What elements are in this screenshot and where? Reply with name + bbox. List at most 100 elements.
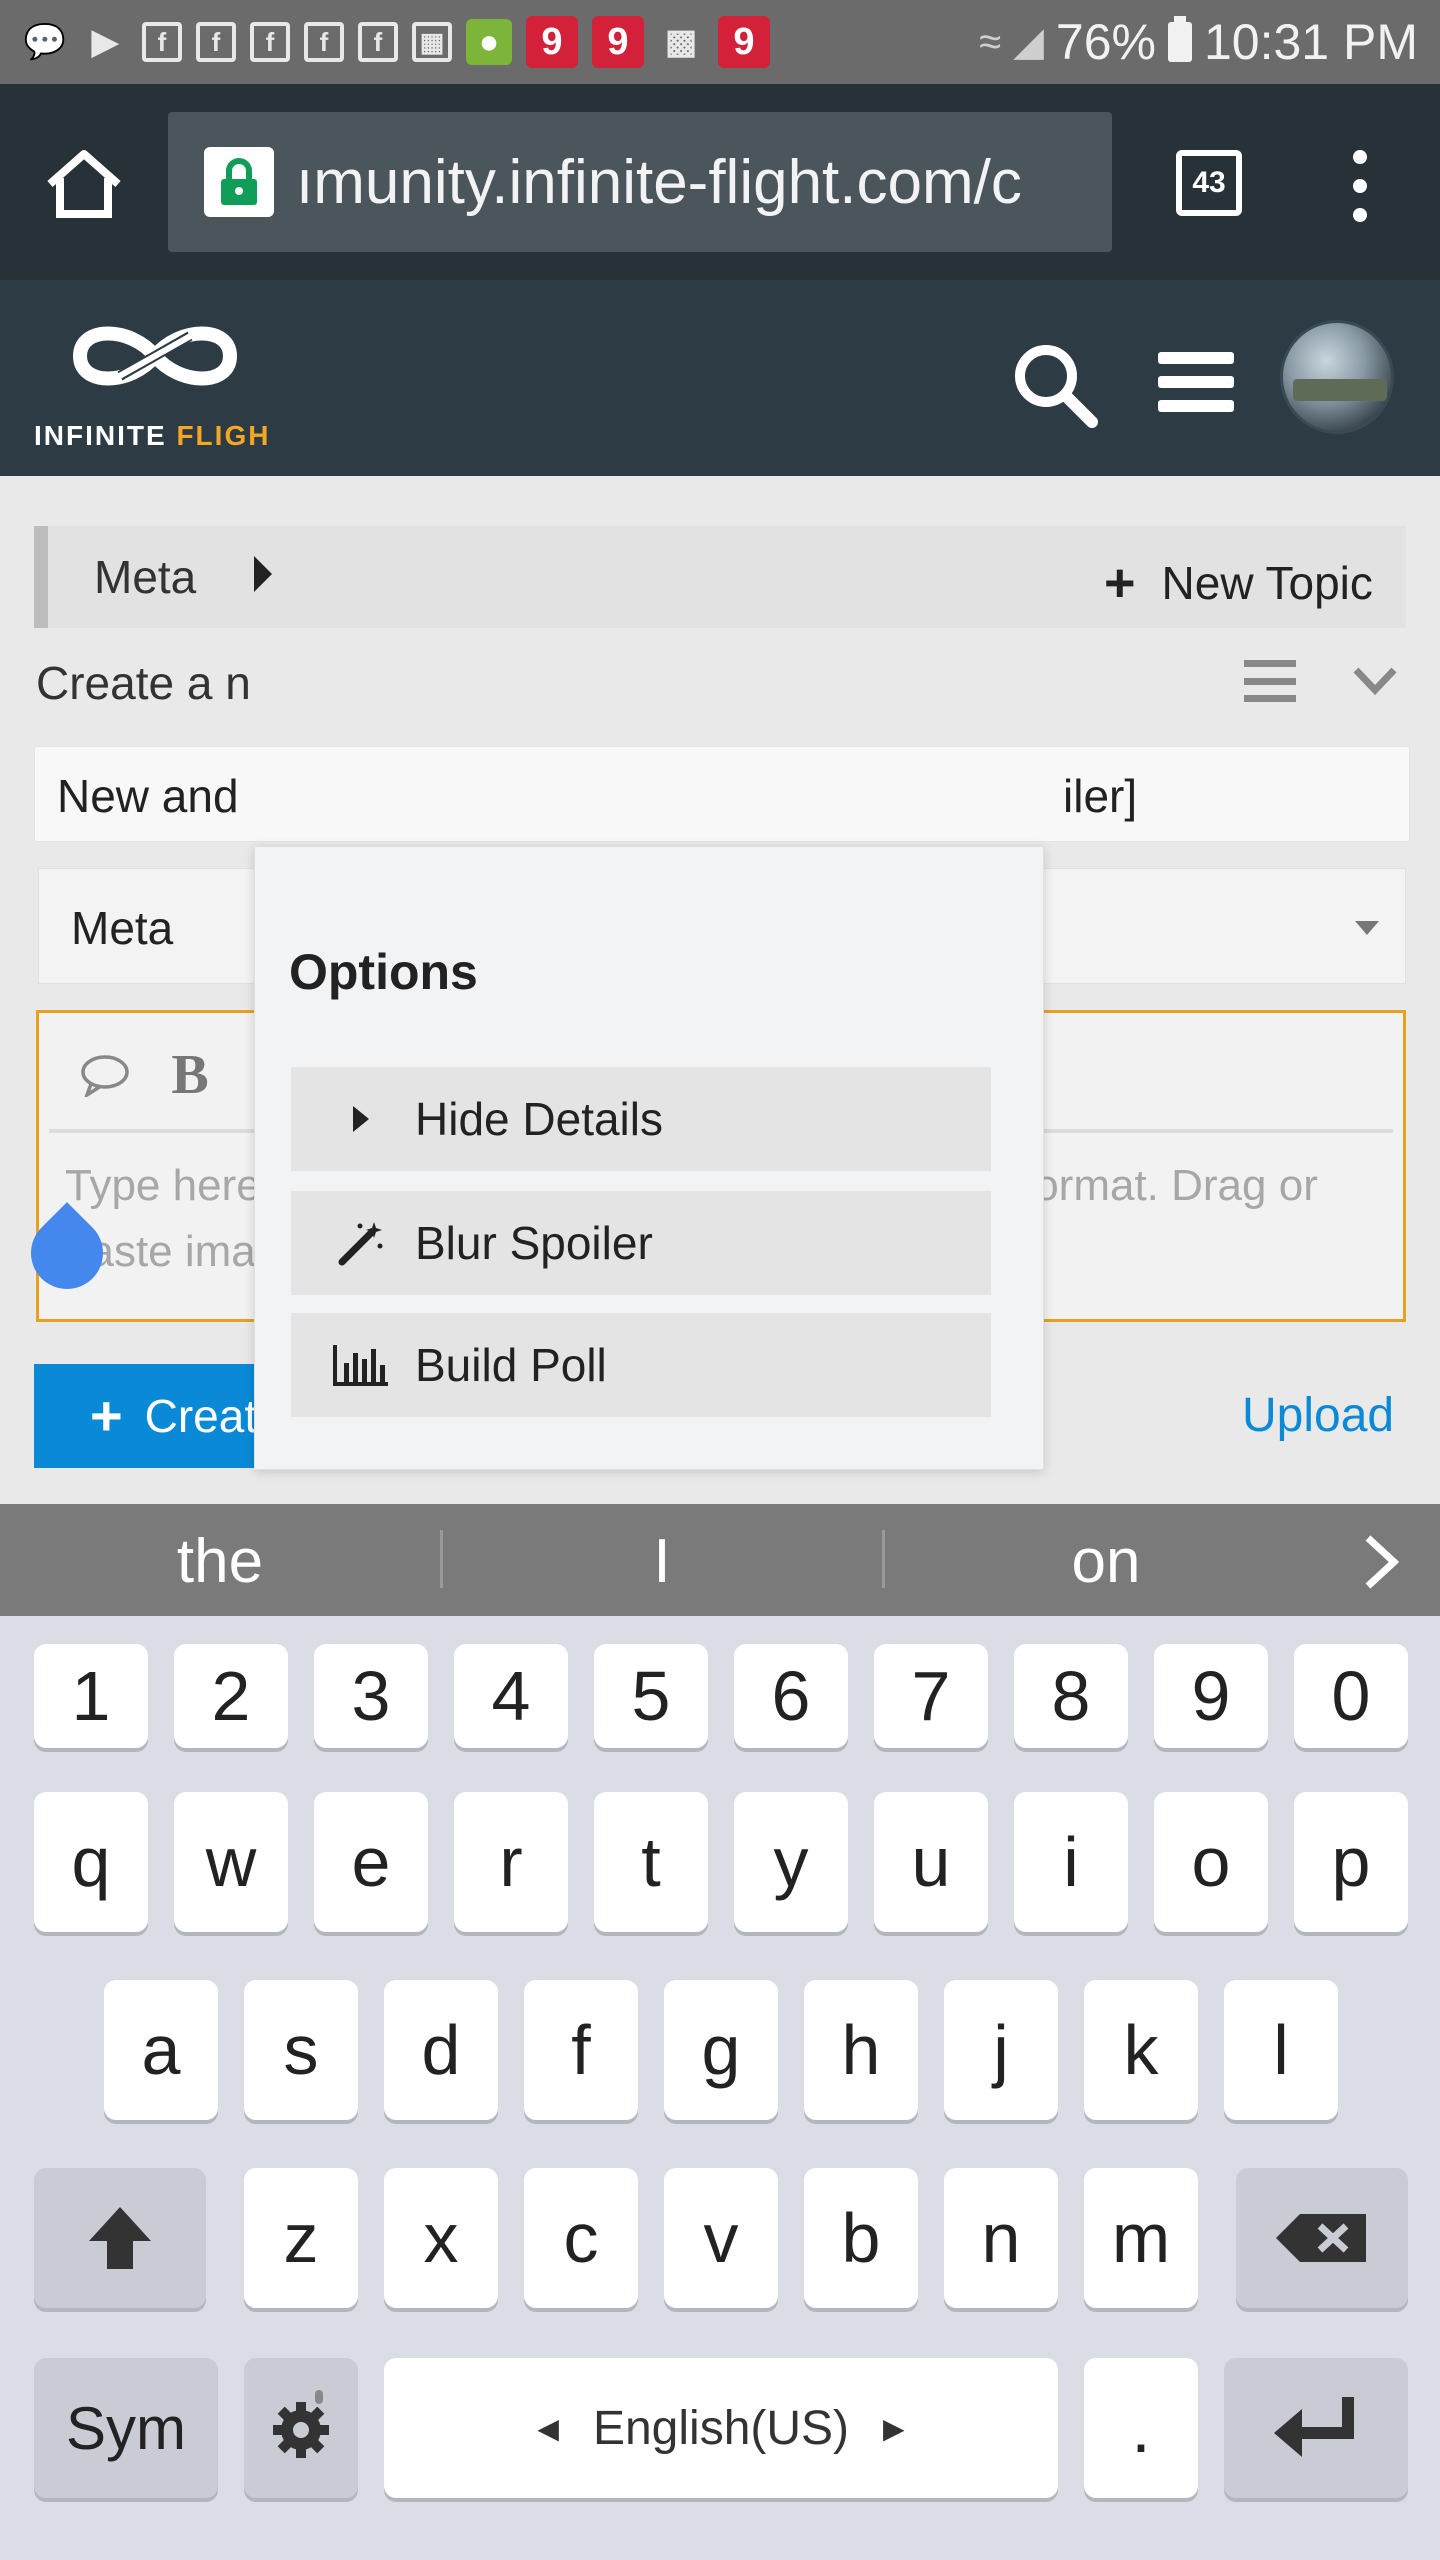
key-q[interactable]: q: [34, 1792, 148, 1932]
options-popup: Options Hide Details Blur Spoiler Build …: [254, 846, 1044, 1470]
user-avatar[interactable]: [1280, 320, 1394, 434]
key-h[interactable]: h: [804, 1980, 918, 2120]
key-m[interactable]: m: [1084, 2168, 1198, 2308]
key-c[interactable]: c: [524, 2168, 638, 2308]
signal-icon: ◢: [1013, 20, 1044, 64]
new-topic-label: New Topic: [1161, 557, 1373, 609]
bold-icon[interactable]: B: [165, 1037, 215, 1113]
app-9-icon: 9: [592, 16, 644, 68]
enter-key[interactable]: [1224, 2358, 1408, 2498]
chevron-down-icon[interactable]: [1352, 666, 1398, 696]
upload-link[interactable]: Upload: [1242, 1388, 1394, 1443]
key-w[interactable]: w: [174, 1792, 288, 1932]
cast-icon: ▩: [664, 23, 698, 61]
enter-icon: [1274, 2397, 1354, 2457]
soft-keyboard: the I on 1 2 3 4 5 6 7 8 9 0 q w e r t y…: [0, 1504, 1440, 2560]
play-icon: ▶: [91, 23, 119, 61]
logo-text: INFINITE FLIGH: [34, 420, 270, 452]
key-l[interactable]: l: [1224, 1980, 1338, 2120]
suggestion-on[interactable]: on: [886, 1526, 1326, 1597]
backspace-key[interactable]: [1236, 2168, 1408, 2308]
build-poll-option[interactable]: Build Poll: [291, 1313, 991, 1417]
key-i[interactable]: i: [1014, 1792, 1128, 1932]
hamburger-menu-icon[interactable]: [1158, 352, 1234, 412]
key-3[interactable]: 3: [314, 1644, 428, 1748]
language-right-arrow-icon: ▶: [883, 2412, 905, 2444]
plus-icon: +: [89, 1384, 123, 1447]
key-k[interactable]: k: [1084, 1980, 1198, 2120]
key-2[interactable]: 2: [174, 1644, 288, 1748]
key-z[interactable]: z: [244, 2168, 358, 2308]
key-u[interactable]: u: [874, 1792, 988, 1932]
tab-switcher-button[interactable]: 43: [1176, 150, 1242, 216]
hide-details-label: Hide Details: [415, 1093, 663, 1145]
period-key[interactable]: .: [1084, 2358, 1198, 2498]
url-text: ımunity.infinite-flight.com/c: [296, 147, 1022, 217]
language-left-arrow-icon: ◀: [537, 2412, 559, 2444]
key-0[interactable]: 0: [1294, 1644, 1408, 1748]
key-t[interactable]: t: [594, 1792, 708, 1932]
key-b[interactable]: b: [804, 2168, 918, 2308]
language-label: English(US): [592, 2401, 850, 2455]
key-s[interactable]: s: [244, 1980, 358, 2120]
breadcrumb-meta[interactable]: Meta: [94, 550, 196, 604]
key-p[interactable]: p: [1294, 1792, 1408, 1932]
key-n[interactable]: n: [944, 2168, 1058, 2308]
key-j[interactable]: j: [944, 1980, 1058, 2120]
battery-icon: [1167, 16, 1192, 62]
key-7[interactable]: 7: [874, 1644, 988, 1748]
clock: 10:31 PM: [1203, 14, 1418, 70]
key-x[interactable]: x: [384, 2168, 498, 2308]
composer-panel: Meta + New Topic Create a n New and iler…: [0, 476, 1440, 1504]
gallery-icon: ▦: [412, 22, 452, 62]
space-key[interactable]: ◀ English(US) ▶: [384, 2358, 1058, 2498]
key-a[interactable]: a: [104, 1980, 218, 2120]
key-g[interactable]: g: [664, 1980, 778, 2120]
key-8[interactable]: 8: [1014, 1644, 1128, 1748]
hide-details-option[interactable]: Hide Details: [291, 1067, 991, 1171]
key-5[interactable]: 5: [594, 1644, 708, 1748]
key-4[interactable]: 4: [454, 1644, 568, 1748]
suggestion-i[interactable]: I: [442, 1526, 882, 1597]
address-bar[interactable]: ımunity.infinite-flight.com/c: [168, 112, 1112, 252]
blur-spoiler-label: Blur Spoiler: [415, 1217, 653, 1269]
key-6[interactable]: 6: [734, 1644, 848, 1748]
infinite-flight-logo[interactable]: [50, 306, 260, 406]
key-o[interactable]: o: [1154, 1792, 1268, 1932]
popup-title: Options: [289, 944, 478, 1000]
wifi-icon: ≈: [979, 19, 1002, 64]
list-icon[interactable]: [1244, 660, 1296, 702]
key-e[interactable]: e: [314, 1792, 428, 1932]
facebook-icon: f: [196, 22, 236, 62]
facebook-icon: f: [142, 22, 182, 62]
shopping-icon: ●: [466, 19, 512, 65]
chevron-right-icon[interactable]: [1356, 1534, 1406, 1590]
key-v[interactable]: v: [664, 2168, 778, 2308]
plus-icon: +: [1104, 553, 1136, 613]
settings-key[interactable]: [244, 2358, 358, 2498]
key-f[interactable]: f: [524, 1980, 638, 2120]
key-9[interactable]: 9: [1154, 1644, 1268, 1748]
key-r[interactable]: r: [454, 1792, 568, 1932]
home-icon[interactable]: [44, 148, 124, 220]
magic-wand-icon: [311, 1191, 411, 1295]
suggestion-the[interactable]: the: [0, 1526, 440, 1597]
topic-title-input[interactable]: New and iler]: [34, 746, 1410, 842]
blur-spoiler-option[interactable]: Blur Spoiler: [291, 1191, 991, 1295]
more-menu-icon[interactable]: [1340, 146, 1380, 226]
shift-key[interactable]: [34, 2168, 206, 2308]
logo-text-flight: FLIGH: [176, 420, 271, 451]
key-y[interactable]: y: [734, 1792, 848, 1932]
new-topic-button[interactable]: + New Topic: [1104, 552, 1373, 614]
gear-icon: [273, 2390, 329, 2458]
key-1[interactable]: 1: [34, 1644, 148, 1748]
category-value: Meta: [71, 902, 174, 954]
shift-arrow-icon: [89, 2207, 151, 2269]
key-d[interactable]: d: [384, 1980, 498, 2120]
search-icon[interactable]: [1010, 340, 1100, 430]
suggestion-bar: the I on: [0, 1504, 1440, 1616]
build-poll-label: Build Poll: [415, 1339, 607, 1391]
quote-bubble-icon[interactable]: [75, 1037, 135, 1113]
composer-title: Create a n: [36, 657, 251, 709]
sym-key[interactable]: Sym: [34, 2358, 218, 2498]
